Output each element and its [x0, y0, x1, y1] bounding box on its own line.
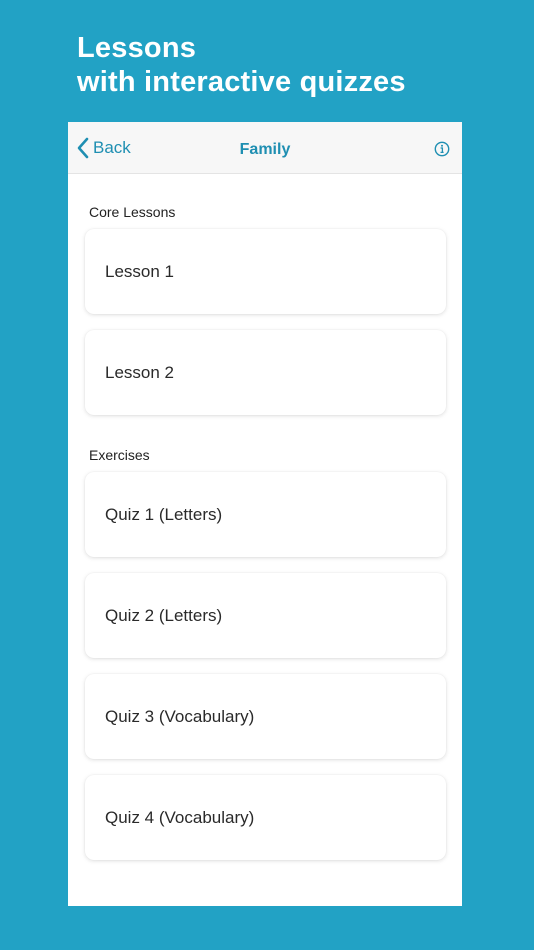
info-circle-icon [434, 141, 450, 157]
info-button[interactable] [434, 141, 450, 157]
list-item-label: Quiz 1 (Letters) [105, 505, 223, 524]
quiz-1-item[interactable]: Quiz 1 (Letters) [85, 472, 446, 557]
page-title: Family [239, 141, 291, 158]
promo-headline: Lessons with interactive quizzes [77, 31, 406, 99]
list-item-label: Lesson 1 [105, 262, 174, 281]
lesson-2-item[interactable]: Lesson 2 [85, 330, 446, 415]
section-header-exercises: Exercises [89, 447, 150, 463]
list-item-label: Lesson 2 [105, 363, 174, 382]
quiz-3-item[interactable]: Quiz 3 (Vocabulary) [85, 674, 446, 759]
quiz-2-item[interactable]: Quiz 2 (Letters) [85, 573, 446, 658]
list-item-label: Quiz 3 (Vocabulary) [105, 707, 255, 726]
quiz-4-item[interactable]: Quiz 4 (Vocabulary) [85, 775, 446, 860]
list-item-label: Quiz 4 (Vocabulary) [105, 808, 255, 827]
app-screen: Back Family Core Lessons Lesson 1 Lesson… [68, 122, 462, 906]
promo-line-1: Lessons [77, 32, 197, 64]
navigation-bar: Back Family [68, 122, 462, 174]
promo-line-2: with interactive quizzes [77, 66, 406, 98]
section-header-core-lessons: Core Lessons [89, 204, 176, 220]
lesson-1-item[interactable]: Lesson 1 [85, 229, 446, 314]
list-item-label: Quiz 2 (Letters) [105, 606, 223, 625]
